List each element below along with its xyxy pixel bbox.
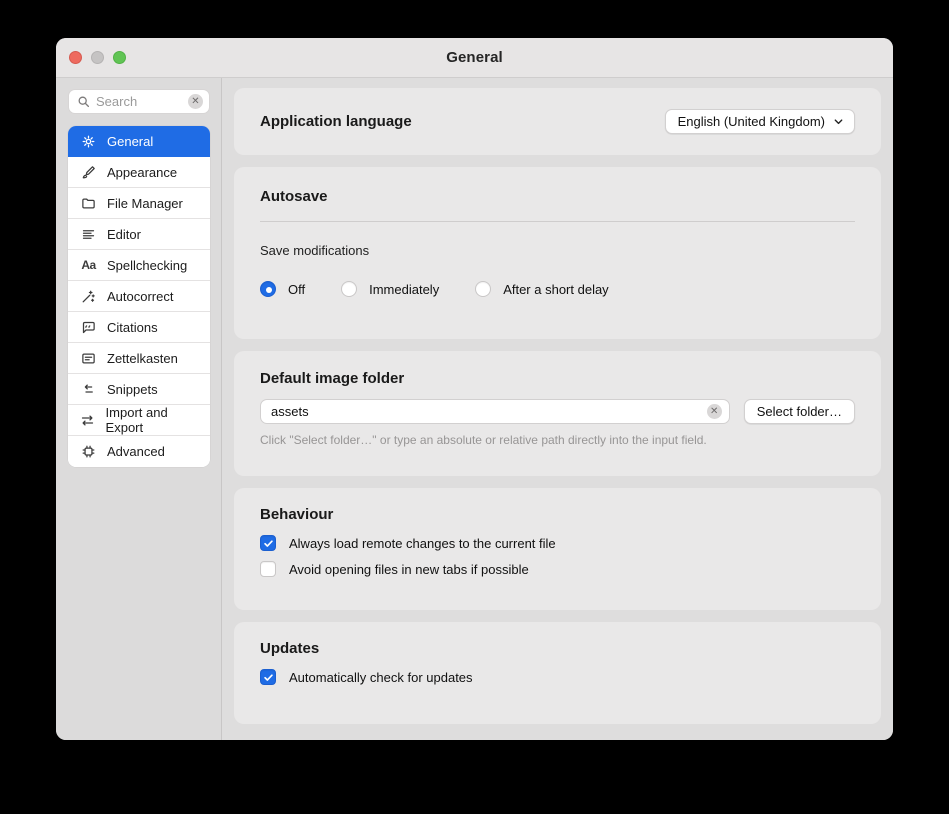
- section-application-language: Application language English (United Kin…: [234, 88, 881, 155]
- selected-language-value: English (United Kingdom): [677, 114, 825, 129]
- sidebar-item-autocorrect[interactable]: Autocorrect: [68, 281, 210, 312]
- gear-icon: [80, 133, 97, 150]
- select-folder-button[interactable]: Select folder…: [743, 399, 855, 424]
- autosave-title: Autosave: [260, 188, 328, 205]
- autosave-radio-group: Off Immediately After a short delay: [260, 281, 855, 297]
- chevron-down-icon: [833, 116, 844, 127]
- checkbox-label: Avoid opening files in new tabs if possi…: [289, 561, 529, 577]
- image-folder-hint: Click "Select folder…" or type an absolu…: [260, 433, 707, 447]
- sidebar-item-label: Appearance: [107, 164, 178, 180]
- sidebar-item-citations[interactable]: Citations: [68, 312, 210, 343]
- radio-label: Immediately: [369, 281, 440, 297]
- checkbox-icon[interactable]: [260, 561, 276, 577]
- indent-arrow-icon: [80, 381, 97, 398]
- paintbrush-icon: [80, 164, 97, 181]
- sidebar-item-label: General: [107, 133, 154, 149]
- settings-content: Application language English (United Kin…: [222, 78, 893, 740]
- sidebar-item-general[interactable]: General: [68, 126, 210, 157]
- note-card-icon: [80, 350, 97, 367]
- sidebar-item-appearance[interactable]: Appearance: [68, 157, 210, 188]
- sidebar-item-label: Snippets: [107, 381, 158, 397]
- section-behaviour: Behaviour Always load remote changes to …: [234, 488, 881, 610]
- search-box[interactable]: ✕: [68, 89, 210, 114]
- sidebar-item-snippets[interactable]: Snippets: [68, 374, 210, 405]
- sidebar-item-label: Advanced: [107, 444, 165, 459]
- traffic-lights: [69, 38, 126, 77]
- radio-icon[interactable]: [341, 281, 358, 297]
- checkbox-label: Always load remote changes to the curren…: [289, 535, 556, 551]
- folder-icon: [80, 195, 97, 212]
- sidebar: ✕ General Appearance: [56, 78, 222, 740]
- search-input[interactable]: [96, 94, 182, 109]
- sidebar-item-import-export[interactable]: Import and Export: [68, 405, 210, 436]
- sidebar-item-label: Spellchecking: [107, 257, 188, 273]
- close-button[interactable]: [69, 51, 82, 64]
- search-clear-icon[interactable]: ✕: [188, 94, 203, 109]
- behaviour-title: Behaviour: [260, 506, 334, 523]
- title-bar: General: [56, 38, 893, 78]
- section-divider: [260, 221, 855, 222]
- checkbox-label: Automatically check for updates: [289, 669, 473, 685]
- sidebar-item-editor[interactable]: Editor: [68, 219, 210, 250]
- input-clear-icon[interactable]: ✕: [706, 404, 722, 419]
- radio-icon[interactable]: [260, 281, 276, 297]
- radio-option-after-delay[interactable]: After a short delay: [475, 281, 609, 297]
- text-lines-icon: [80, 226, 97, 243]
- radio-label: Off: [288, 281, 306, 297]
- radio-label: After a short delay: [503, 281, 609, 297]
- sidebar-item-advanced[interactable]: Advanced: [68, 436, 210, 467]
- checkbox-auto-check-updates[interactable]: Automatically check for updates: [260, 669, 855, 685]
- sidebar-item-zettelkasten[interactable]: Zettelkasten: [68, 343, 210, 374]
- sidebar-item-label: Import and Export: [105, 405, 168, 435]
- minimize-button[interactable]: [91, 51, 104, 64]
- application-language-label: Application language: [260, 113, 412, 130]
- image-folder-input[interactable]: [261, 404, 707, 419]
- checkbox-icon[interactable]: [260, 669, 276, 685]
- sidebar-item-label: File Manager: [107, 195, 183, 211]
- cpu-chip-icon: [80, 443, 97, 460]
- zoom-button[interactable]: [113, 51, 126, 64]
- sidebar-nav: General Appearance File Manager Editor A…: [68, 126, 210, 467]
- window-title: General: [446, 49, 503, 66]
- sidebar-item-label: Citations: [107, 319, 158, 335]
- section-updates: Updates Automatically check for updates: [234, 622, 881, 724]
- sidebar-item-label: Zettelkasten: [107, 350, 178, 366]
- preferences-window: General ✕ General: [56, 38, 893, 740]
- updates-title: Updates: [260, 640, 320, 657]
- sidebar-item-label: Editor: [107, 226, 141, 242]
- section-autosave: Autosave Save modifications Off Immediat…: [234, 167, 881, 339]
- image-folder-input-wrap: ✕: [260, 399, 730, 424]
- radio-option-off[interactable]: Off: [260, 281, 305, 297]
- sidebar-item-spellchecking[interactable]: Aa Spellchecking: [68, 250, 210, 281]
- swap-arrows-icon: [80, 412, 96, 429]
- sidebar-item-label: Autocorrect: [107, 288, 174, 304]
- checkbox-load-remote-changes[interactable]: Always load remote changes to the curren…: [260, 535, 855, 551]
- sidebar-item-file-manager[interactable]: File Manager: [68, 188, 210, 219]
- section-default-image-folder: Default image folder ✕ Select folder… Cl…: [234, 351, 881, 476]
- magic-wand-icon: [80, 288, 97, 305]
- checkbox-avoid-new-tabs[interactable]: Avoid opening files in new tabs if possi…: [260, 561, 855, 577]
- quote-bubble-icon: [80, 319, 97, 336]
- default-image-folder-title: Default image folder: [260, 370, 405, 387]
- radio-option-immediately[interactable]: Immediately: [341, 281, 439, 297]
- search-icon: [78, 96, 90, 108]
- save-modifications-label: Save modifications: [260, 243, 370, 258]
- aa-letters-icon: Aa: [81, 258, 96, 272]
- checkbox-icon[interactable]: [260, 535, 276, 551]
- application-language-select[interactable]: English (United Kingdom): [664, 109, 855, 134]
- radio-icon[interactable]: [475, 281, 492, 297]
